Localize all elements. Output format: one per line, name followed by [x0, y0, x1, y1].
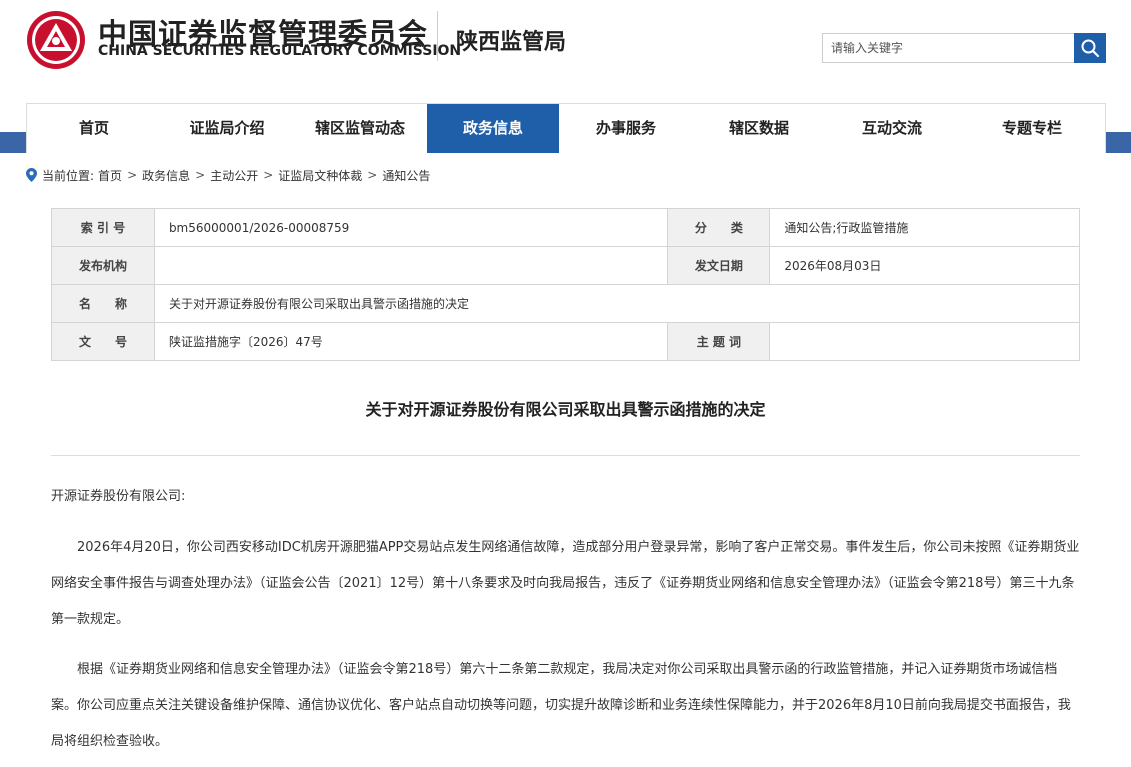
document-salutation: 开源证券股份有限公司: — [51, 489, 186, 504]
meta-label-date: 发文日期 — [667, 246, 771, 285]
meta-label-index: 索 引 号 — [51, 208, 155, 247]
nav-item-government-info[interactable]: 政务信息 — [427, 104, 559, 153]
breadcrumb-separator: > — [367, 168, 378, 182]
main-nav: 首页 证监局介绍 辖区监管动态 政务信息 办事服务 辖区数据 互动交流 专题专栏 — [26, 103, 1106, 153]
document-paragraph-2: 根据《证券期货业网络和信息安全管理办法》（证监会令第218号）第六十二条第二款规… — [51, 662, 1071, 749]
meta-value-issuer — [153, 246, 669, 285]
search-button[interactable] — [1074, 33, 1106, 63]
nav-item-regional-data[interactable]: 辖区数据 — [693, 104, 825, 153]
meta-label-keywords: 主 题 词 — [667, 322, 771, 361]
nav-item-services[interactable]: 办事服务 — [559, 104, 693, 153]
breadcrumb-separator: > — [263, 168, 274, 182]
breadcrumb-prefix: 当前位置: — [42, 168, 95, 183]
meta-value-docno: 陕证监措施字〔2026〕47号 — [153, 322, 669, 361]
meta-value-name: 关于对开源证券股份有限公司采取出具警示函措施的决定 — [153, 284, 1081, 323]
meta-label-category: 分 类 — [667, 208, 771, 247]
csrc-emblem-icon[interactable] — [26, 10, 86, 70]
document-title: 关于对开源证券股份有限公司采取出具警示函措施的决定 — [365, 400, 766, 419]
search-input[interactable] — [822, 33, 1074, 63]
breadcrumb-separator: > — [127, 168, 138, 182]
header-divider — [437, 11, 438, 61]
meta-label-docno: 文 号 — [51, 322, 155, 361]
meta-label-name: 名 称 — [51, 284, 155, 323]
meta-value-date: 2026年08月03日 — [769, 246, 1080, 285]
breadcrumb-separator: > — [195, 168, 206, 182]
nav-item-special-topics[interactable]: 专题专栏 — [959, 104, 1105, 153]
nav-item-bureau-intro[interactable]: 证监局介绍 — [161, 104, 293, 153]
table-row: 名 称 关于对开源证券股份有限公司采取出具警示函措施的决定 — [51, 284, 1081, 323]
table-row: 索 引 号 bm56000001/2026-00008759 分 类 通知公告;… — [51, 208, 1080, 247]
location-pin-icon — [26, 168, 37, 182]
meta-label-issuer: 发布机构 — [51, 246, 155, 285]
title-divider — [51, 455, 1080, 456]
table-row: 文 号 陕证监措施字〔2026〕47号 主 题 词 — [51, 322, 1080, 361]
site-header: 中国证券监督管理委员会 CHINA SECURITIES REGULATORY … — [0, 0, 1131, 104]
breadcrumb-item-government-info[interactable]: 政务信息 — [142, 167, 190, 184]
breadcrumb-item-home[interactable]: 首页 — [98, 167, 122, 184]
nav-item-home[interactable]: 首页 — [27, 104, 161, 153]
document-metadata-table: 索 引 号 bm56000001/2026-00008759 分 类 通知公告;… — [51, 208, 1081, 361]
table-row: 发布机构 发文日期 2026年08月03日 — [51, 246, 1080, 285]
search-icon — [1081, 39, 1100, 58]
document-paragraph-1: 2026年4月20日，你公司西安移动IDC机房开源肥猫APP交易站点发生网络通信… — [51, 540, 1080, 627]
nav-item-interaction[interactable]: 互动交流 — [825, 104, 959, 153]
breadcrumb-item-document-types[interactable]: 证监局文种体裁 — [278, 167, 362, 184]
org-name-en: CHINA SECURITIES REGULATORY COMMISSION — [98, 43, 462, 59]
breadcrumb-item-notices[interactable]: 通知公告 — [382, 167, 430, 184]
nav-item-regulatory-news[interactable]: 辖区监管动态 — [293, 104, 427, 153]
meta-value-keywords — [769, 322, 1080, 361]
branch-name: 陕西监管局 — [456, 30, 567, 55]
breadcrumb: 当前位置: 首页 > 政务信息 > 主动公开 > 证监局文种体裁 > 通知公告 — [26, 166, 430, 184]
meta-value-category: 通知公告;行政监管措施 — [769, 208, 1080, 247]
meta-value-index: bm56000001/2026-00008759 — [153, 208, 669, 247]
breadcrumb-item-public-disclosure[interactable]: 主动公开 — [210, 167, 258, 184]
